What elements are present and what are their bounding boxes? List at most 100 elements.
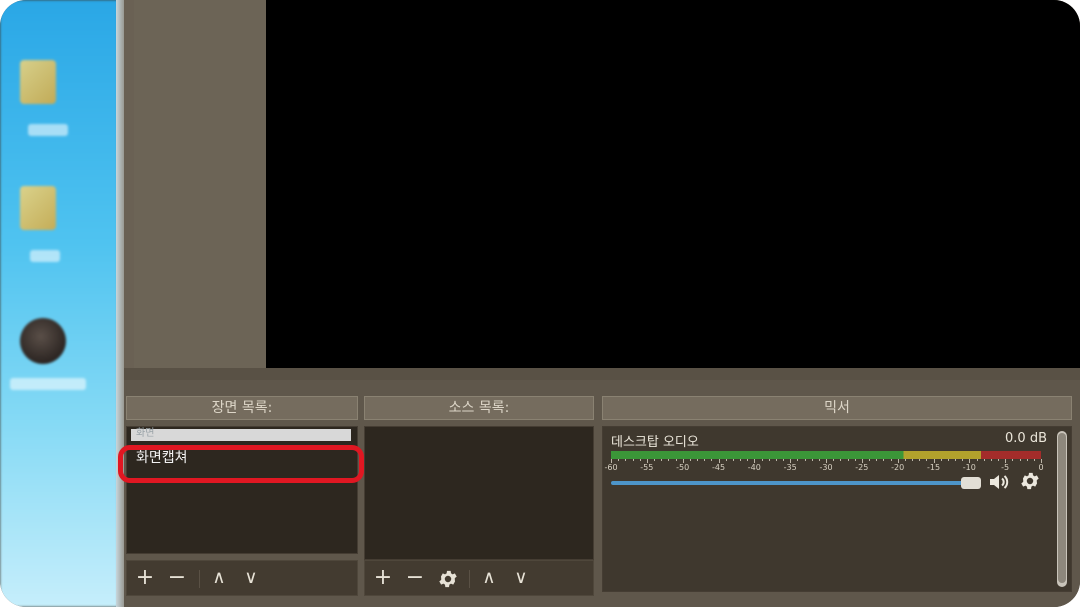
meter-tick: [976, 459, 978, 461]
remove-scene-button[interactable]: −: [165, 567, 189, 591]
desktop-app-label: [10, 378, 86, 390]
preview-divider: [124, 368, 1080, 380]
meter-tick-label: -60: [604, 463, 618, 472]
toolbar-separator: [199, 570, 200, 588]
source-list[interactable]: [364, 426, 594, 560]
source-list-dock: 소스 목록: + − ∧ ∨: [364, 396, 594, 606]
desktop-folder-icon[interactable]: [20, 186, 56, 230]
volume-meter: [611, 451, 1041, 459]
meter-tick: [689, 459, 691, 461]
volume-slider-fill: [611, 481, 971, 485]
meter-tick: [704, 459, 706, 461]
meter-tick: [661, 459, 663, 461]
gear-icon[interactable]: [1019, 470, 1041, 492]
meter-tick-label: -10: [962, 463, 976, 472]
scene-list[interactable]: 화면 화면캡쳐: [126, 426, 358, 554]
meter-tick: [747, 459, 749, 461]
volume-meter-labels: -60 -55 -50 -45 -40 -35 -30 -25 -20 -15 -10 -5 0: [604, 463, 1049, 475]
meter-tick: [783, 459, 784, 461]
meter-tick: [797, 459, 799, 461]
move-source-up-button[interactable]: ∧: [477, 567, 501, 591]
meter-tick-label: -20: [891, 463, 905, 472]
meter-tick: [725, 459, 727, 461]
move-source-down-button[interactable]: ∨: [509, 567, 533, 591]
meter-tick: [711, 459, 713, 461]
source-list-toolbar: + − ∧ ∨: [364, 560, 594, 596]
preview-canvas[interactable]: [266, 0, 1080, 368]
meter-tick: [947, 459, 949, 461]
meter-tick: [740, 459, 741, 461]
meter-tick: [625, 459, 627, 461]
move-scene-down-button[interactable]: ∨: [239, 567, 263, 591]
meter-tick: [618, 459, 620, 461]
meter-tick: [955, 459, 956, 461]
screenshot-frame: 장면 목록: 화면 화면캡쳐 + − ∧ ∨ 소스 목록: + − ∧ ∨ 믹서…: [0, 0, 1080, 607]
toolbar-separator: [469, 570, 470, 588]
scene-item-selected[interactable]: 화면캡쳐: [131, 447, 351, 469]
meter-tick: [818, 459, 820, 461]
add-source-button[interactable]: +: [371, 567, 395, 591]
meter-tick: [732, 459, 734, 461]
meter-tick: [919, 459, 921, 461]
source-properties-gear-icon[interactable]: [437, 568, 459, 590]
meter-tick: [654, 459, 655, 461]
meter-tick: [675, 459, 677, 461]
volume-slider[interactable]: [611, 477, 981, 489]
remove-source-button[interactable]: −: [403, 567, 427, 591]
meter-tick: [1026, 459, 1028, 461]
meter-tick: [869, 459, 870, 461]
meter-tick-label: -35: [783, 463, 797, 472]
desktop-folder-icon[interactable]: [20, 60, 56, 104]
mixer-db-readout: 0.0 dB: [1005, 431, 1047, 446]
scene-list-title: 장면 목록:: [126, 396, 358, 420]
meter-tick-label: -15: [926, 463, 941, 472]
meter-tick: [1012, 459, 1014, 461]
mixer-channel-name: 데스크탑 오디오: [611, 435, 699, 450]
meter-tick: [639, 459, 641, 461]
meter-tick: [962, 459, 964, 461]
meter-tick: [811, 459, 813, 461]
mixer-scrollbar-thumb[interactable]: [1058, 433, 1066, 583]
scene-list-toolbar: + − ∧ ∨: [126, 560, 358, 596]
meter-tick: [668, 459, 670, 461]
obs-bottom-panel: 장면 목록: 화면 화면캡쳐 + − ∧ ∨ 소스 목록: + − ∧ ∨ 믹서…: [124, 380, 1080, 607]
mixer-title: 믹서: [602, 396, 1072, 420]
obs-side-pane: [134, 0, 266, 378]
meter-tick: [876, 459, 878, 461]
meter-tick: [833, 459, 835, 461]
meter-tick-label: -55: [640, 463, 654, 472]
meter-tick: [840, 459, 842, 461]
meter-tick: [890, 459, 892, 461]
meter-tick: [775, 459, 777, 461]
desktop-folder-label: [30, 250, 60, 262]
meter-tick: [983, 459, 985, 461]
meter-tick: [804, 459, 806, 461]
speaker-icon[interactable]: [987, 470, 1011, 494]
obs-window: 장면 목록: 화면 화면캡쳐 + − ∧ ∨ 소스 목록: + − ∧ ∨ 믹서…: [124, 0, 1080, 607]
meter-tick: [883, 459, 885, 461]
meter-tick: [761, 459, 763, 461]
meter-tick: [697, 459, 698, 461]
desktop-folder-label: [28, 124, 68, 136]
add-scene-button[interactable]: +: [133, 567, 157, 591]
desktop-app-icon[interactable]: [20, 318, 66, 364]
meter-tick: [990, 459, 992, 461]
meter-tick: [940, 459, 942, 461]
meter-tick: [998, 459, 999, 461]
meter-tick: [1033, 459, 1035, 461]
meter-tick-label: -30: [819, 463, 833, 472]
meter-tick: [904, 459, 906, 461]
meter-tick-label: -25: [855, 463, 869, 472]
scene-item[interactable]: 화면: [131, 429, 351, 441]
desktop-background: [0, 0, 118, 607]
meter-tick: [847, 459, 849, 461]
meter-tick: [1019, 459, 1021, 461]
source-list-title: 소스 목록:: [364, 396, 594, 420]
mixer-scrollbar[interactable]: [1057, 431, 1067, 587]
mixer-dock: 믹서 데스크탑 오디오 0.0 dB -60 -55 -50 -45 -40 -35 -30…: [602, 396, 1072, 606]
volume-slider-handle[interactable]: [961, 477, 981, 489]
scene-list-dock: 장면 목록: 화면 화면캡쳐 + − ∧ ∨: [126, 396, 358, 606]
meter-tick-label: -50: [676, 463, 690, 472]
move-scene-up-button[interactable]: ∧: [207, 567, 231, 591]
meter-tick: [632, 459, 634, 461]
